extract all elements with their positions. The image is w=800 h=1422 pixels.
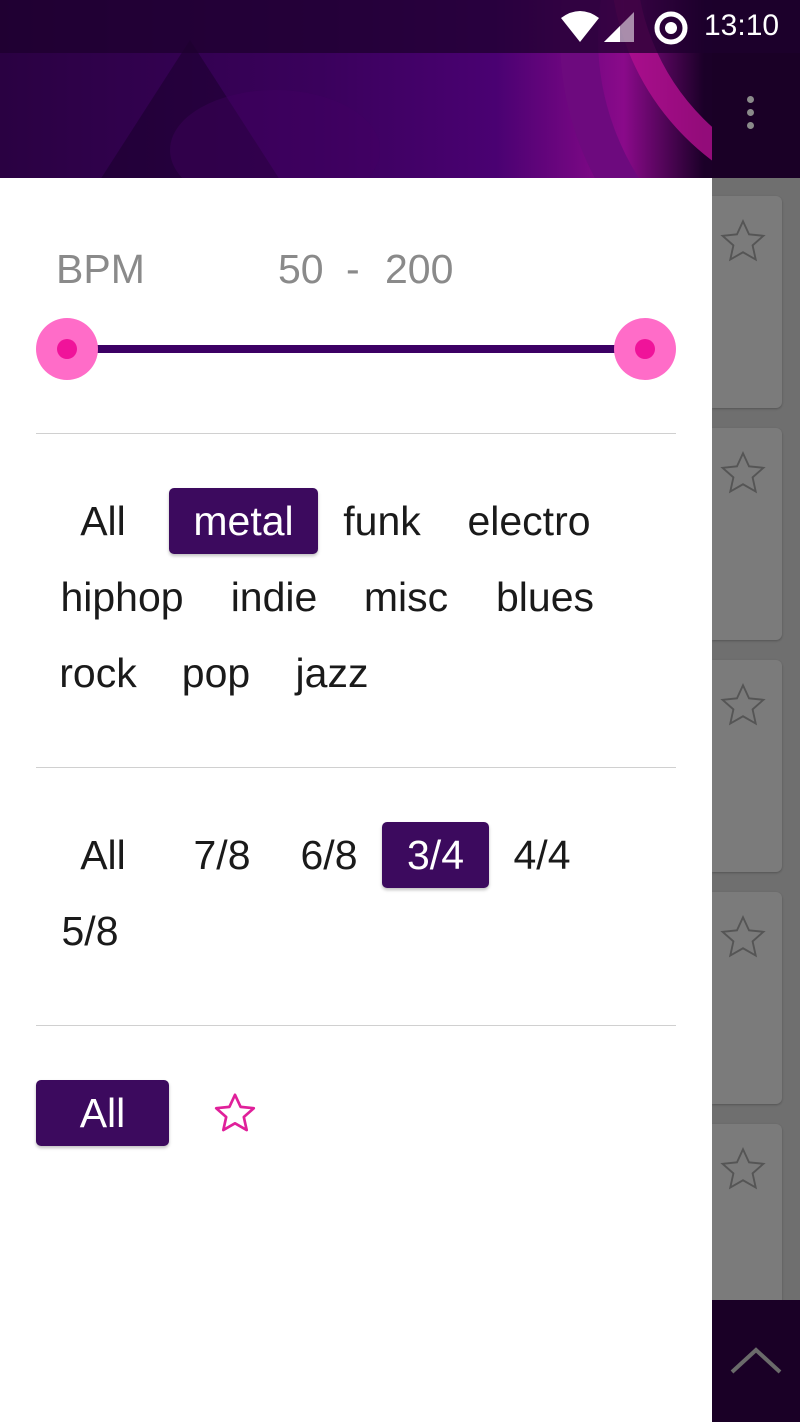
genre-chip-funk[interactable]: funk [330,488,434,554]
star-outline-icon[interactable] [718,448,768,498]
wifi-icon [561,11,599,42]
list-item[interactable] [712,660,782,872]
genre-chip-indie[interactable]: indie [220,564,328,630]
scroll-to-top-button[interactable] [712,1300,800,1422]
bpm-min-value: 50 [278,246,324,292]
slider-track [66,345,646,353]
genre-chip-misc[interactable]: misc [350,564,462,630]
divider [36,1025,676,1026]
star-outline-icon[interactable] [718,216,768,266]
genre-chip-all[interactable]: All [58,488,148,554]
genre-chip-electro[interactable]: electro [454,488,604,554]
bpm-max-value: 200 [385,246,454,292]
bpm-min-handle[interactable] [36,318,98,380]
filter-drawer: BPM 50 - 200 All metal funk electro hiph… [0,178,712,1422]
divider [36,433,676,434]
chevron-up-icon [730,1347,782,1374]
status-time: 13:10 [704,9,780,42]
favorites-chip-all[interactable]: All [36,1080,169,1146]
genre-chip-hiphop[interactable]: hiphop [48,564,196,630]
star-outline-icon[interactable] [718,1144,768,1194]
star-outline-icon[interactable] [718,680,768,730]
bpm-range-separator: - [346,246,360,292]
bpm-range-slider[interactable] [36,318,676,380]
signal-icon [604,12,634,42]
time-signature-chip-all[interactable]: All [58,822,148,888]
status-bar: 13:10 [0,0,800,53]
list-item[interactable] [712,196,782,408]
list-item[interactable] [712,428,782,640]
genre-chip-metal[interactable]: metal [169,488,318,554]
bpm-max-handle[interactable] [614,318,676,380]
time-signature-chip-3-4[interactable]: 3/4 [382,822,489,888]
time-signature-chip-4-4[interactable]: 4/4 [500,822,584,888]
list-item[interactable] [712,892,782,1104]
genre-chip-blues[interactable]: blues [484,564,606,630]
time-signature-chip-6-8[interactable]: 6/8 [287,822,371,888]
time-signature-chip-7-8[interactable]: 7/8 [180,822,264,888]
time-signature-chip-5-8[interactable]: 5/8 [48,898,132,964]
genre-chip-pop[interactable]: pop [170,640,262,706]
star-outline-icon[interactable] [212,1090,258,1136]
genre-chip-rock[interactable]: rock [48,640,148,706]
more-vert-icon[interactable] [738,96,762,136]
bpm-label: BPM [56,246,145,292]
sync-icon [654,11,688,45]
star-outline-icon[interactable] [718,912,768,962]
genre-chip-jazz[interactable]: jazz [284,640,380,706]
list-item[interactable] [712,1124,782,1314]
divider [36,767,676,768]
